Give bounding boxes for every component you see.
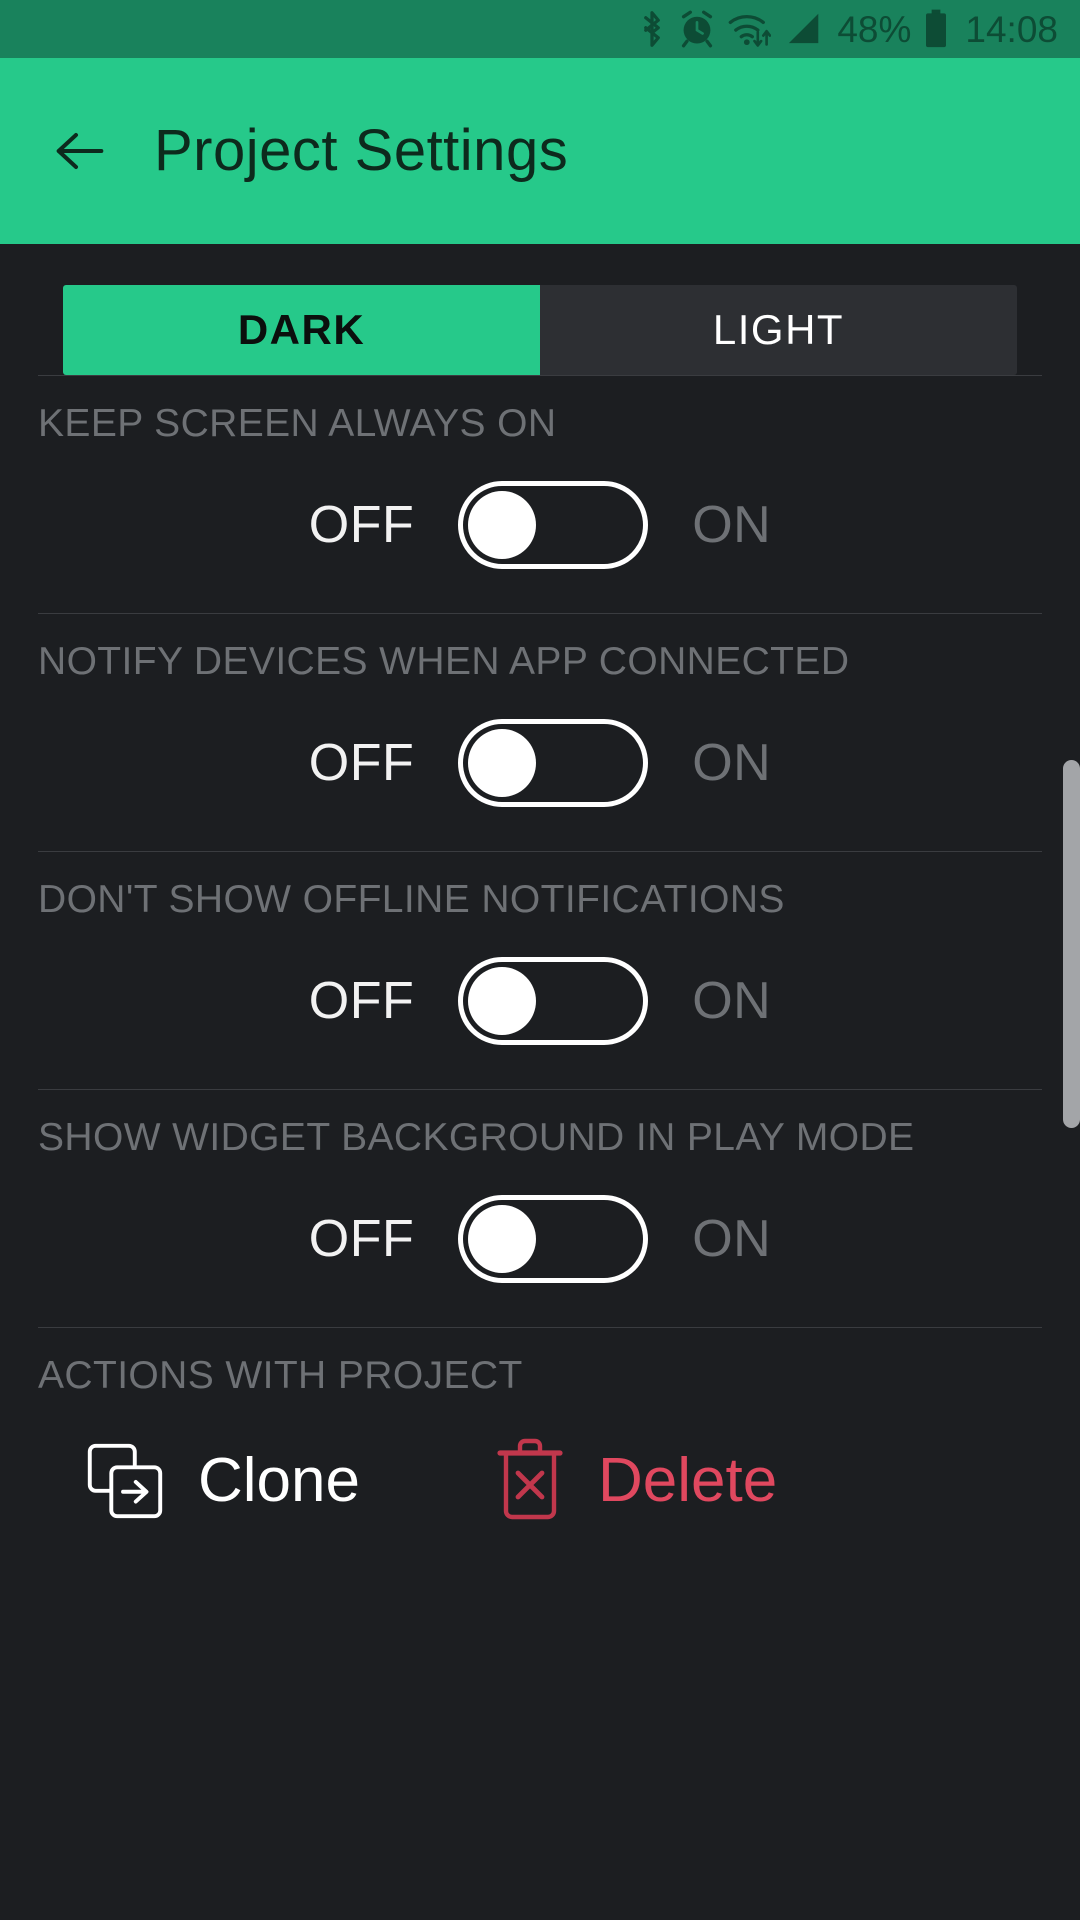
toggle-knob — [468, 491, 537, 559]
actions-section-label: ACTIONS WITH PROJECT — [38, 1354, 523, 1397]
toggle-switch-keep-screen-always-on[interactable] — [458, 481, 649, 569]
toggle-switch-dont-show-offline-notifications[interactable] — [458, 957, 649, 1045]
toggle-off-label[interactable]: OFF — [309, 1213, 414, 1265]
toggle-knob — [468, 1205, 537, 1273]
toggle-on-label[interactable]: ON — [692, 975, 771, 1027]
toggle-off-label[interactable]: OFF — [309, 737, 414, 789]
toggle-on-label[interactable]: ON — [692, 499, 771, 551]
setting-label: NOTIFY DEVICES WHEN APP CONNECTED — [38, 640, 850, 683]
toggle-knob — [468, 729, 537, 797]
toggle-control-group: OFF ON — [38, 1157, 1042, 1327]
toggle-on-label[interactable]: ON — [692, 1213, 771, 1265]
tab-light[interactable]: LIGHT — [540, 285, 1017, 375]
theme-tab-bar: DARK LIGHT — [63, 285, 1017, 375]
setting-row-dont-show-offline-notifications: DON'T SHOW OFFLINE NOTIFICATIONS OFF ON — [38, 851, 1042, 1089]
cellular-signal-icon — [783, 10, 823, 48]
toggle-control-group: OFF ON — [38, 681, 1042, 851]
toggle-knob — [468, 967, 537, 1035]
clone-button[interactable]: Clone — [80, 1436, 360, 1526]
tab-dark[interactable]: DARK — [63, 285, 540, 375]
setting-label: SHOW WIDGET BACKGROUND IN PLAY MODE — [38, 1116, 915, 1159]
toggle-switch-notify-devices-when-app-connected[interactable] — [458, 719, 649, 807]
settings-scroll-container: DARK LIGHT KEEP SCREEN ALWAYS ON OFF ON … — [0, 244, 1080, 1920]
page-title: Project Settings — [154, 118, 569, 183]
bluetooth-icon — [637, 9, 667, 49]
alarm-icon — [679, 10, 715, 48]
delete-button[interactable]: Delete — [490, 1435, 777, 1527]
toggle-control-group: OFF ON — [38, 443, 1042, 613]
vertical-scrollbar-thumb[interactable] — [1063, 760, 1080, 1128]
setting-row-show-widget-background-in-play-mode: SHOW WIDGET BACKGROUND IN PLAY MODE OFF … — [38, 1089, 1042, 1327]
toggle-switch-show-widget-background-in-play-mode[interactable] — [458, 1195, 649, 1283]
clone-icon — [80, 1436, 170, 1526]
toggle-on-label[interactable]: ON — [692, 737, 771, 789]
clock-label: 14:08 — [965, 8, 1058, 50]
settings-list: KEEP SCREEN ALWAYS ON OFF ON NOTIFY DEVI… — [0, 375, 1080, 1527]
setting-row-notify-devices-when-app-connected: NOTIFY DEVICES WHEN APP CONNECTED OFF ON — [38, 613, 1042, 851]
battery-percent-label: 48% — [837, 8, 912, 50]
wifi-icon — [727, 10, 772, 48]
back-arrow-icon[interactable] — [48, 119, 112, 183]
toggle-control-group: OFF ON — [38, 919, 1042, 1089]
setting-label: KEEP SCREEN ALWAYS ON — [38, 402, 557, 445]
clone-label: Clone — [198, 1446, 360, 1515]
action-buttons-group: Clone Delete — [38, 1395, 1042, 1527]
battery-icon — [923, 9, 949, 49]
toggle-off-label[interactable]: OFF — [309, 975, 414, 1027]
app-header: Project Settings — [0, 58, 1080, 244]
delete-label: Delete — [598, 1446, 778, 1515]
setting-label: DON'T SHOW OFFLINE NOTIFICATIONS — [38, 878, 785, 921]
trash-delete-icon — [490, 1435, 570, 1527]
actions-section: ACTIONS WITH PROJECT Clone Delete — [38, 1327, 1042, 1527]
status-bar: 48% 14:08 — [0, 0, 1080, 58]
setting-row-keep-screen-always-on: KEEP SCREEN ALWAYS ON OFF ON — [38, 375, 1042, 613]
toggle-off-label[interactable]: OFF — [309, 499, 414, 551]
